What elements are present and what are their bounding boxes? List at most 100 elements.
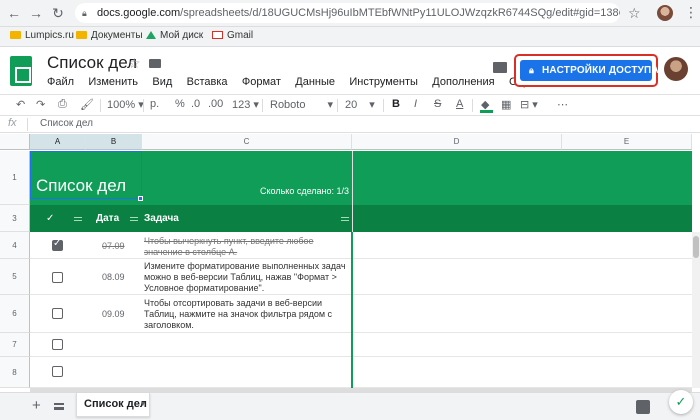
bold-button[interactable]: B xyxy=(392,98,400,110)
comments-icon[interactable] xyxy=(493,62,507,73)
select-all-corner[interactable] xyxy=(0,134,30,150)
table-row: 07.09 Чтобы вычеркнуть пункт, введите лю… xyxy=(30,232,692,259)
task-date: 08.09 xyxy=(102,272,125,282)
all-sheets-icon[interactable] xyxy=(54,403,64,410)
task-checkbox[interactable] xyxy=(52,308,63,319)
gmail-icon xyxy=(212,31,223,39)
scrollbar-thumb[interactable] xyxy=(693,236,699,258)
reload-icon[interactable]: ↻ xyxy=(50,5,66,22)
row-header-3[interactable]: 3 xyxy=(0,205,30,232)
share-button-label: НАСТРОЙКИ ДОСТУПА xyxy=(542,65,659,76)
address-bar[interactable]: 🔒︎ docs.google.com/spreadsheets/d/18UGUC… xyxy=(75,3,620,23)
star-icon[interactable]: ☆ xyxy=(128,55,141,72)
bookmark-my-drive[interactable]: Мой диск xyxy=(146,30,203,41)
forward-icon[interactable]: → xyxy=(28,5,44,21)
bookmark-documents[interactable]: Документы xyxy=(76,30,143,41)
column-header-a[interactable]: A xyxy=(30,134,86,150)
text-color-button[interactable]: A xyxy=(456,98,463,110)
bookmark-star-icon[interactable]: ☆ xyxy=(628,5,641,22)
profile-avatar[interactable] xyxy=(657,5,673,21)
table-header-row: ✓ Дата Задача xyxy=(30,205,692,232)
merge-cells-icon[interactable]: ⊟ ▾ xyxy=(520,98,538,111)
fill-handle[interactable] xyxy=(138,196,143,201)
row-header-4[interactable]: 4 xyxy=(0,232,30,259)
task-text: Измените форматирование выполненных зада… xyxy=(144,261,346,293)
task-text: Чтобы отсортировать задачи в веб-версии … xyxy=(144,298,333,330)
column-header-e[interactable]: E xyxy=(562,134,692,150)
currency-format-button[interactable]: р. xyxy=(150,98,159,110)
header-check-icon: ✓ xyxy=(46,213,55,224)
row-header-1[interactable]: 1 xyxy=(0,151,30,205)
row-header-7[interactable]: 7 xyxy=(0,333,30,357)
row-header-5[interactable]: 5 xyxy=(0,259,30,295)
table-edge xyxy=(351,232,353,388)
formula-bar: fx Список дел xyxy=(0,116,700,133)
more-formats-button[interactable]: 123 ▾ xyxy=(232,98,259,111)
selected-cell-range[interactable] xyxy=(30,151,142,199)
menu-file[interactable]: Файл xyxy=(47,76,74,88)
browser-toolbar: ← → ↻ 🔒︎ docs.google.com/spreadsheets/d/… xyxy=(0,0,700,27)
filter-icon[interactable] xyxy=(74,217,82,221)
percent-format-button[interactable]: % xyxy=(175,98,185,110)
sheet-tab-active[interactable]: Список дел ▾ xyxy=(76,393,150,417)
url-path: /spreadsheets/d/18UGUCMsHj96uIbMTEbfWNtP… xyxy=(180,7,620,19)
column-header-d[interactable]: D xyxy=(352,134,562,150)
task-text: Чтобы вычеркнуть пункт, введите любое зн… xyxy=(144,236,314,257)
task-checkbox[interactable] xyxy=(52,366,63,377)
paint-format-icon[interactable]: 🖌︎ xyxy=(80,98,94,111)
column-header-b[interactable]: B xyxy=(86,134,142,150)
move-folder-icon[interactable] xyxy=(149,59,161,68)
menu-addons[interactable]: Дополнения xyxy=(432,76,494,88)
task-date: 07.09 xyxy=(102,241,125,251)
bookmark-lumpics[interactable]: Lumpics.ru xyxy=(10,30,74,41)
filter-icon[interactable] xyxy=(341,217,349,221)
bookmarks-bar: Lumpics.ru Документы Мой диск Gmail xyxy=(0,27,700,47)
task-checkbox[interactable] xyxy=(52,339,63,350)
task-checkbox[interactable] xyxy=(52,238,63,251)
column-header-c[interactable]: C xyxy=(142,134,352,150)
bookmark-gmail[interactable]: Gmail xyxy=(212,30,253,41)
menu-data[interactable]: Данные xyxy=(295,76,335,88)
menu-tools[interactable]: Инструменты xyxy=(349,76,418,88)
zoom-select[interactable]: 100% ▾ xyxy=(107,98,144,111)
table-row: 09.09 Чтобы отсортировать задачи в веб-в… xyxy=(30,295,692,333)
add-sheet-icon[interactable]: + xyxy=(32,397,41,414)
menu-insert[interactable]: Вставка xyxy=(187,76,228,88)
menu-edit[interactable]: Изменить xyxy=(88,76,138,88)
increase-decimal-button[interactable]: .00 xyxy=(208,98,223,110)
url-host: docs.google.com xyxy=(97,7,181,19)
browser-menu-icon[interactable]: ⋮ xyxy=(684,4,698,21)
task-checkbox[interactable] xyxy=(52,272,63,283)
table-row xyxy=(30,333,692,357)
strikethrough-button[interactable]: S xyxy=(434,98,441,110)
font-size-select[interactable]: 20 ▾ xyxy=(345,98,375,111)
explore-icon[interactable] xyxy=(636,400,650,414)
undo-icon[interactable]: ↶ xyxy=(16,98,25,111)
lock-icon: 🔒︎ xyxy=(82,8,87,18)
more-tools-icon[interactable]: ⋯ xyxy=(557,98,568,111)
row-header-6[interactable]: 6 xyxy=(0,295,30,333)
lock-icon: 🔒︎ xyxy=(529,65,534,75)
folder-icon xyxy=(10,31,21,39)
shield-check-icon[interactable]: ✓ xyxy=(669,390,693,414)
borders-icon[interactable]: ▦ xyxy=(501,98,511,111)
share-button[interactable]: 🔒︎ НАСТРОЙКИ ДОСТУПА xyxy=(520,60,659,81)
menu-view[interactable]: Вид xyxy=(152,76,172,88)
account-avatar[interactable] xyxy=(664,57,688,81)
font-select[interactable]: Roboto ▾ xyxy=(270,98,333,111)
menu-bar: Файл Изменить Вид Вставка Формат Данные … xyxy=(47,74,546,90)
sheets-logo-icon[interactable] xyxy=(10,56,32,86)
chevron-down-icon[interactable]: ▾ xyxy=(141,393,145,415)
decrease-decimal-button[interactable]: .0 xyxy=(191,98,200,110)
document-title[interactable]: Список дел xyxy=(47,53,137,73)
task-date: 09.09 xyxy=(102,309,125,319)
redo-icon[interactable]: ↷ xyxy=(36,98,45,111)
formula-input[interactable]: Список дел xyxy=(40,118,93,129)
filter-icon[interactable] xyxy=(130,217,138,221)
menu-format[interactable]: Формат xyxy=(242,76,281,88)
back-icon[interactable]: ← xyxy=(6,5,22,21)
print-icon[interactable]: ⎙ xyxy=(58,98,67,111)
row-header-8[interactable]: 8 xyxy=(0,357,30,388)
header-task: Задача xyxy=(144,213,179,224)
italic-button[interactable]: I xyxy=(414,98,417,110)
